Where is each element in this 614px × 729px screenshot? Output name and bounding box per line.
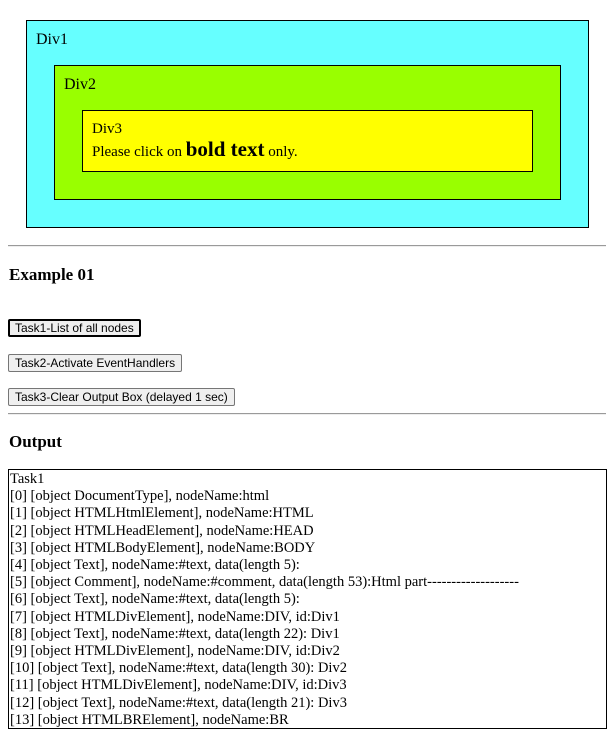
output-line: [5] [object Comment], nodeName:#comment,… [10, 574, 519, 591]
div1-label: Div1 [36, 31, 68, 48]
task1-button[interactable]: Task1-List of all nodes [8, 319, 141, 337]
output-line: [1] [object HTMLHtmlElement], nodeName:H… [10, 505, 314, 522]
task3-button[interactable]: Task3-Clear Output Box (delayed 1 sec) [8, 388, 235, 406]
output-line: [9] [object HTMLDivElement], nodeName:DI… [10, 643, 340, 660]
output-line: [3] [object HTMLBodyElement], nodeName:B… [10, 539, 316, 556]
output-line: [12] [object Text], nodeName:#text, data… [10, 694, 347, 711]
separator-top [8, 245, 606, 247]
output-heading: Output [9, 432, 62, 451]
div2-label: Div2 [64, 76, 96, 93]
output-line: [11] [object HTMLDivElement], nodeName:D… [10, 677, 347, 694]
instruction-suffix: only. [264, 144, 298, 160]
div3-instruction: Please click on bold text only. [92, 139, 298, 162]
output-line: [8] [object Text], nodeName:#text, data(… [10, 625, 340, 642]
separator-bottom [8, 413, 606, 415]
task2-button[interactable]: Task2-Activate EventHandlers [8, 354, 183, 372]
output-textarea[interactable]: Task1 [0] [object DocumentType], nodeName… [8, 469, 607, 729]
output-line: [2] [object HTMLHeadElement], nodeName:H… [10, 522, 314, 539]
example-heading: Example 01 [9, 265, 95, 284]
div3-label: Div3 [92, 121, 122, 137]
output-line: Task1 [10, 471, 45, 487]
output-line: [6] [object Text], nodeName:#text, data(… [10, 591, 300, 608]
div3-box[interactable]: Div3 Please click on bold text only. [82, 110, 533, 172]
bold-text-target[interactable]: bold text [186, 137, 265, 161]
output-line: [0] [object DocumentType], nodeName:html [10, 488, 270, 505]
output-line: [7] [object HTMLDivElement], nodeName:DI… [10, 608, 340, 625]
output-line: [4] [object Text], nodeName:#text, data(… [10, 557, 300, 574]
output-line: [13] [object HTMLBRElement], nodeName:BR [10, 711, 289, 728]
instruction-prefix: Please click on [92, 144, 186, 160]
output-line: [10] [object Text], nodeName:#text, data… [10, 660, 347, 677]
